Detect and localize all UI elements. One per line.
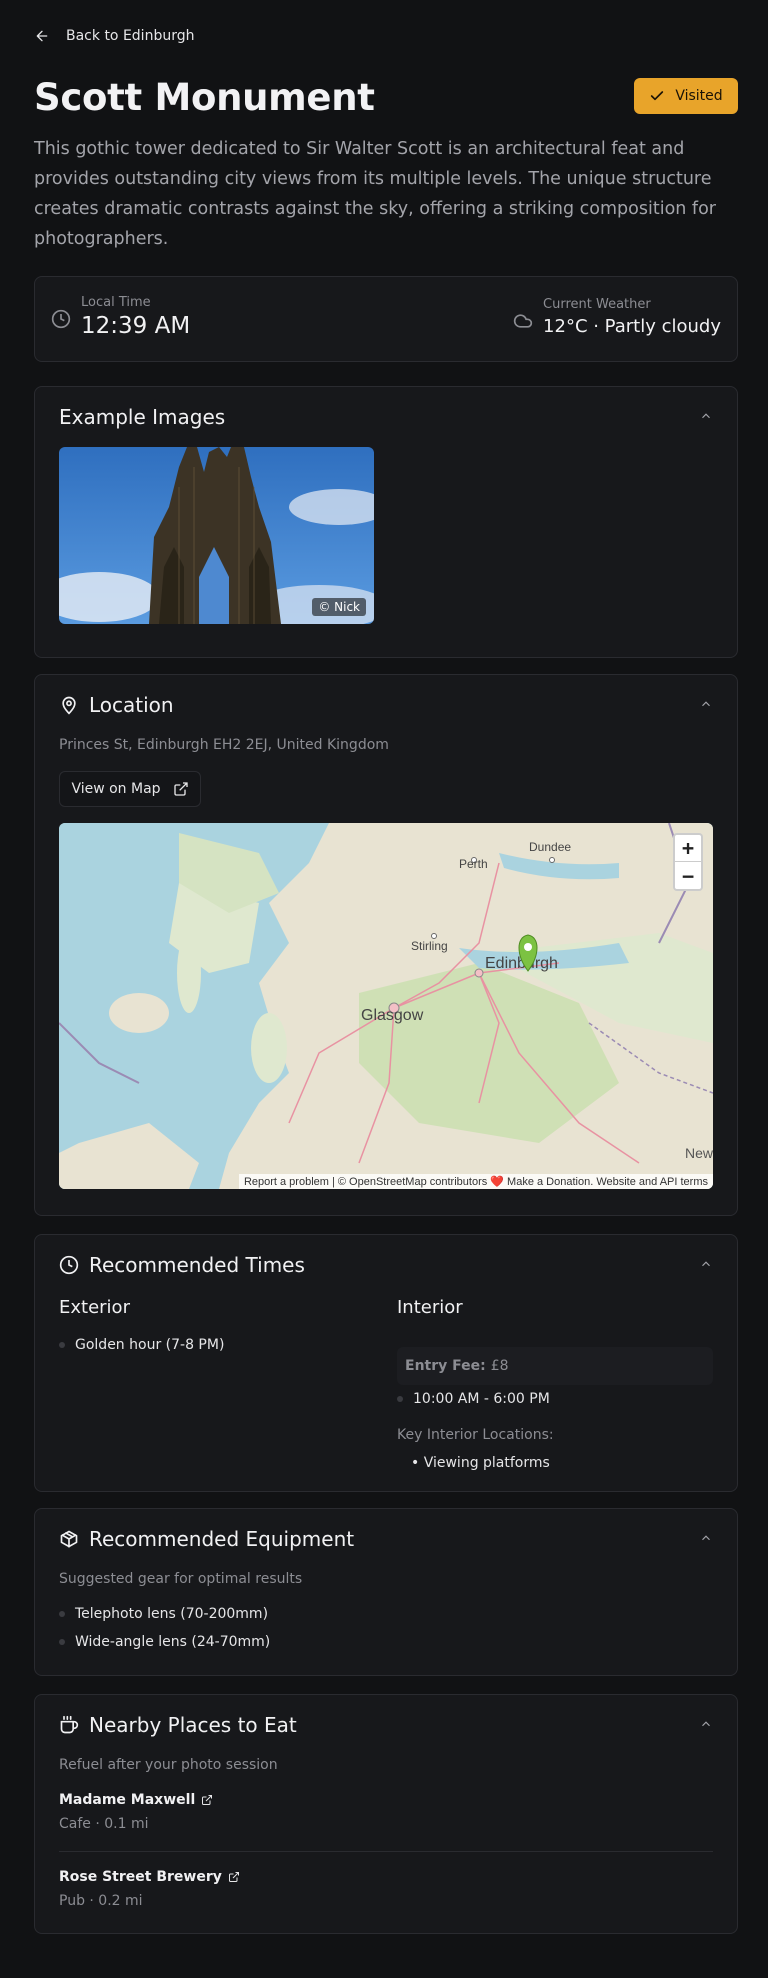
section-title: Recommended Equipment (89, 1527, 355, 1551)
external-link-icon (228, 1872, 239, 1882)
place-name: Rose Street Brewery (59, 1869, 222, 1885)
place-meta: Pub · 0.2 mi (59, 1893, 143, 1909)
location-map[interactable]: Perth Dundee Stirling Edinburgh Glasgow … (59, 823, 713, 1189)
view-on-map-label: View on Map (71, 781, 161, 797)
map-label-perth: Perth (459, 857, 488, 871)
section-header: Example Images (59, 405, 225, 429)
eat-subtitle: Refuel after your photo session (59, 1757, 278, 1773)
package-icon (60, 1530, 78, 1548)
section-header: Recommended Equipment (59, 1527, 354, 1551)
equipment-subtitle: Suggested gear for optimal results (59, 1571, 303, 1587)
map-label-stirling: Stirling (411, 939, 448, 953)
equipment-item: Telephoto lens (70-200mm) (75, 1606, 269, 1622)
key-location-item: • Viewing platforms (411, 1455, 550, 1471)
clock-icon (51, 309, 71, 329)
list-item: Telephoto lens (70-200mm) (59, 1606, 268, 1622)
section-header: Location (59, 693, 174, 717)
weather-label: Current Weather (543, 297, 651, 312)
check-icon (651, 91, 664, 101)
place-name: Madame Maxwell (59, 1792, 196, 1808)
clock-icon (59, 1255, 79, 1275)
example-images-section: Example Images © Nick (34, 386, 738, 658)
chevron-up-icon[interactable] (699, 409, 713, 423)
opening-hours: 10:00 AM - 6:00 PM (413, 1391, 550, 1407)
interior-heading: Interior (397, 1297, 463, 1318)
bullet-dot (59, 1639, 65, 1645)
external-link-icon (173, 782, 188, 796)
list-item: Golden hour (7-8 PM) (59, 1337, 224, 1353)
local-time-label: Local Time (81, 295, 151, 310)
place-link[interactable]: Madame Maxwell (59, 1792, 213, 1808)
entry-fee-value: £8 (490, 1358, 509, 1374)
view-on-map-button[interactable]: View on Map (59, 771, 201, 807)
map-label-glasgow: Glasgow (361, 1007, 424, 1024)
section-title: Example Images (59, 405, 226, 429)
recommended-equipment-section: Recommended Equipment Suggested gear for… (34, 1508, 738, 1676)
zoom-controls: + − (673, 833, 703, 891)
page-description: This gothic tower dedicated to Sir Walte… (34, 139, 716, 249)
status-card: Local Time 12:39 AM Current Weather 12°C… (34, 276, 738, 362)
visited-label: Visited (675, 88, 723, 104)
zoom-in-button[interactable]: + (675, 835, 701, 862)
section-title: Recommended Times (89, 1253, 305, 1277)
map-label-dundee: Dundee (529, 840, 571, 854)
current-weather: Current Weather 12°C · Partly cloudy (513, 297, 721, 337)
bullet-dot (397, 1396, 403, 1402)
list-item: Wide-angle lens (24-70mm) (59, 1634, 270, 1650)
nearby-eat-section: Nearby Places to Eat Refuel after your p… (34, 1694, 738, 1934)
back-link[interactable]: Back to Edinburgh (34, 24, 194, 48)
local-time-value: 12:39 AM (81, 313, 191, 339)
entry-fee-label: Entry Fee: (405, 1358, 486, 1374)
list-item: 10:00 AM - 6:00 PM (397, 1391, 550, 1407)
section-header: Nearby Places to Eat (59, 1713, 297, 1737)
page-title: Scott Monument (34, 76, 375, 119)
exterior-item: Golden hour (7-8 PM) (75, 1337, 225, 1353)
place-meta: Cafe · 0.1 mi (59, 1816, 149, 1832)
recommended-times-section: Recommended Times Exterior Golden hour (… (34, 1234, 738, 1492)
section-title: Nearby Places to Eat (89, 1713, 297, 1737)
chevron-up-icon[interactable] (699, 1531, 713, 1545)
key-locations-label: Key Interior Locations: (397, 1427, 554, 1443)
divider (59, 1851, 713, 1852)
weather-value: 12°C · Partly cloudy (543, 316, 721, 337)
map-label-newcastle: New (685, 1145, 713, 1161)
example-image[interactable]: © Nick (59, 447, 374, 624)
coffee-icon (60, 1715, 79, 1734)
chevron-up-icon[interactable] (699, 697, 713, 711)
cloud-icon (513, 314, 533, 328)
exterior-heading: Exterior (59, 1297, 130, 1318)
local-time: Local Time 12:39 AM (51, 295, 190, 339)
equipment-item: Wide-angle lens (24-70mm) (75, 1634, 271, 1650)
section-title: Location (89, 693, 174, 717)
map-attribution[interactable]: Report a problem | © OpenStreetMap contr… (238, 1174, 713, 1189)
location-section: Location Princes St, Edinburgh EH2 2EJ, … (34, 674, 738, 1216)
map-pin-icon (62, 696, 76, 715)
section-header: Recommended Times (59, 1253, 305, 1277)
address: Princes St, Edinburgh EH2 2EJ, United Ki… (59, 737, 389, 753)
chevron-up-icon[interactable] (699, 1257, 713, 1271)
map-tiles: Perth Dundee Stirling Edinburgh Glasgow … (59, 823, 713, 1189)
visited-button[interactable]: Visited (634, 78, 738, 114)
arrow-left-icon (36, 30, 48, 42)
entry-fee: Entry Fee: £8 (397, 1347, 713, 1385)
back-link-label: Back to Edinburgh (66, 28, 195, 44)
bullet-dot (59, 1342, 65, 1348)
place-link[interactable]: Rose Street Brewery (59, 1869, 240, 1885)
image-credit: © Nick (312, 598, 366, 616)
external-link-icon (202, 1795, 213, 1805)
bullet-dot (59, 1611, 65, 1617)
zoom-out-button[interactable]: − (675, 862, 701, 889)
chevron-up-icon[interactable] (699, 1717, 713, 1731)
